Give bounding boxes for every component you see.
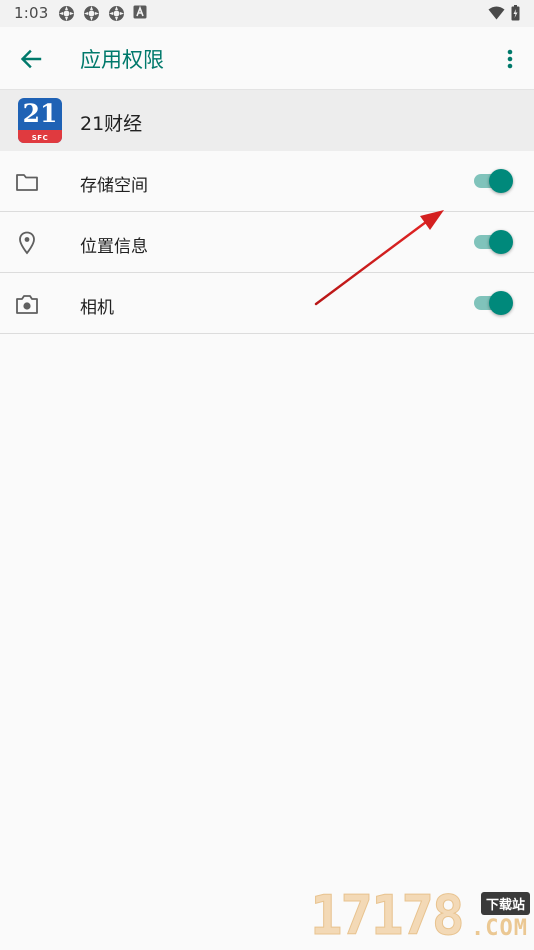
text-a-icon — [133, 5, 147, 19]
wifi-icon — [488, 6, 505, 20]
notification-icon — [109, 6, 124, 21]
notification-icon — [59, 6, 74, 21]
toggle-thumb — [489, 169, 513, 193]
permission-list: 存储空间 位置信息 相机 — [0, 151, 534, 334]
app-bar: 应用权限 — [0, 27, 534, 89]
toggle-thumb — [489, 291, 513, 315]
permission-item-storage[interactable]: 存储空间 — [0, 151, 534, 212]
status-left-icons — [58, 5, 147, 22]
watermark-digits: 17178 — [310, 884, 466, 948]
app-logo-number: 21 — [22, 99, 58, 128]
location-pin-icon — [14, 230, 40, 256]
more-vert-icon — [507, 49, 513, 69]
watermark: 17178 下载站 .COM — [310, 880, 534, 950]
status-right-icons — [488, 5, 520, 21]
status-time: 1:03 — [14, 4, 49, 22]
more-options-button[interactable] — [500, 42, 520, 76]
battery-icon — [511, 5, 520, 21]
app-header-row: 21 SFC 21财经 — [0, 89, 534, 151]
permission-label: 存储空间 — [80, 176, 148, 196]
app-logo-caption: SFC — [31, 134, 49, 142]
watermark-tag: 下载站 — [480, 892, 530, 915]
arrow-back-icon — [20, 49, 42, 69]
page-title: 应用权限 — [80, 48, 164, 72]
screen: 1:03 应用权限 21 SFC 21财经 存储空间 位置信息 相机 17178… — [0, 0, 534, 950]
camera-icon — [14, 291, 40, 317]
back-button[interactable] — [14, 42, 48, 76]
watermark-suffix: .COM — [471, 916, 528, 941]
folder-icon — [14, 169, 40, 195]
permission-label: 位置信息 — [80, 237, 148, 257]
app-name: 21财经 — [80, 113, 143, 135]
permission-label: 相机 — [80, 298, 114, 318]
permission-toggle-storage[interactable] — [474, 168, 514, 194]
app-logo: 21 SFC — [18, 98, 62, 143]
toggle-thumb — [489, 230, 513, 254]
permission-toggle-camera[interactable] — [474, 290, 514, 316]
status-bar: 1:03 — [0, 0, 534, 27]
permission-item-location[interactable]: 位置信息 — [0, 212, 534, 273]
notification-icon — [84, 6, 99, 21]
permission-item-camera[interactable]: 相机 — [0, 273, 534, 334]
permission-toggle-location[interactable] — [474, 229, 514, 255]
